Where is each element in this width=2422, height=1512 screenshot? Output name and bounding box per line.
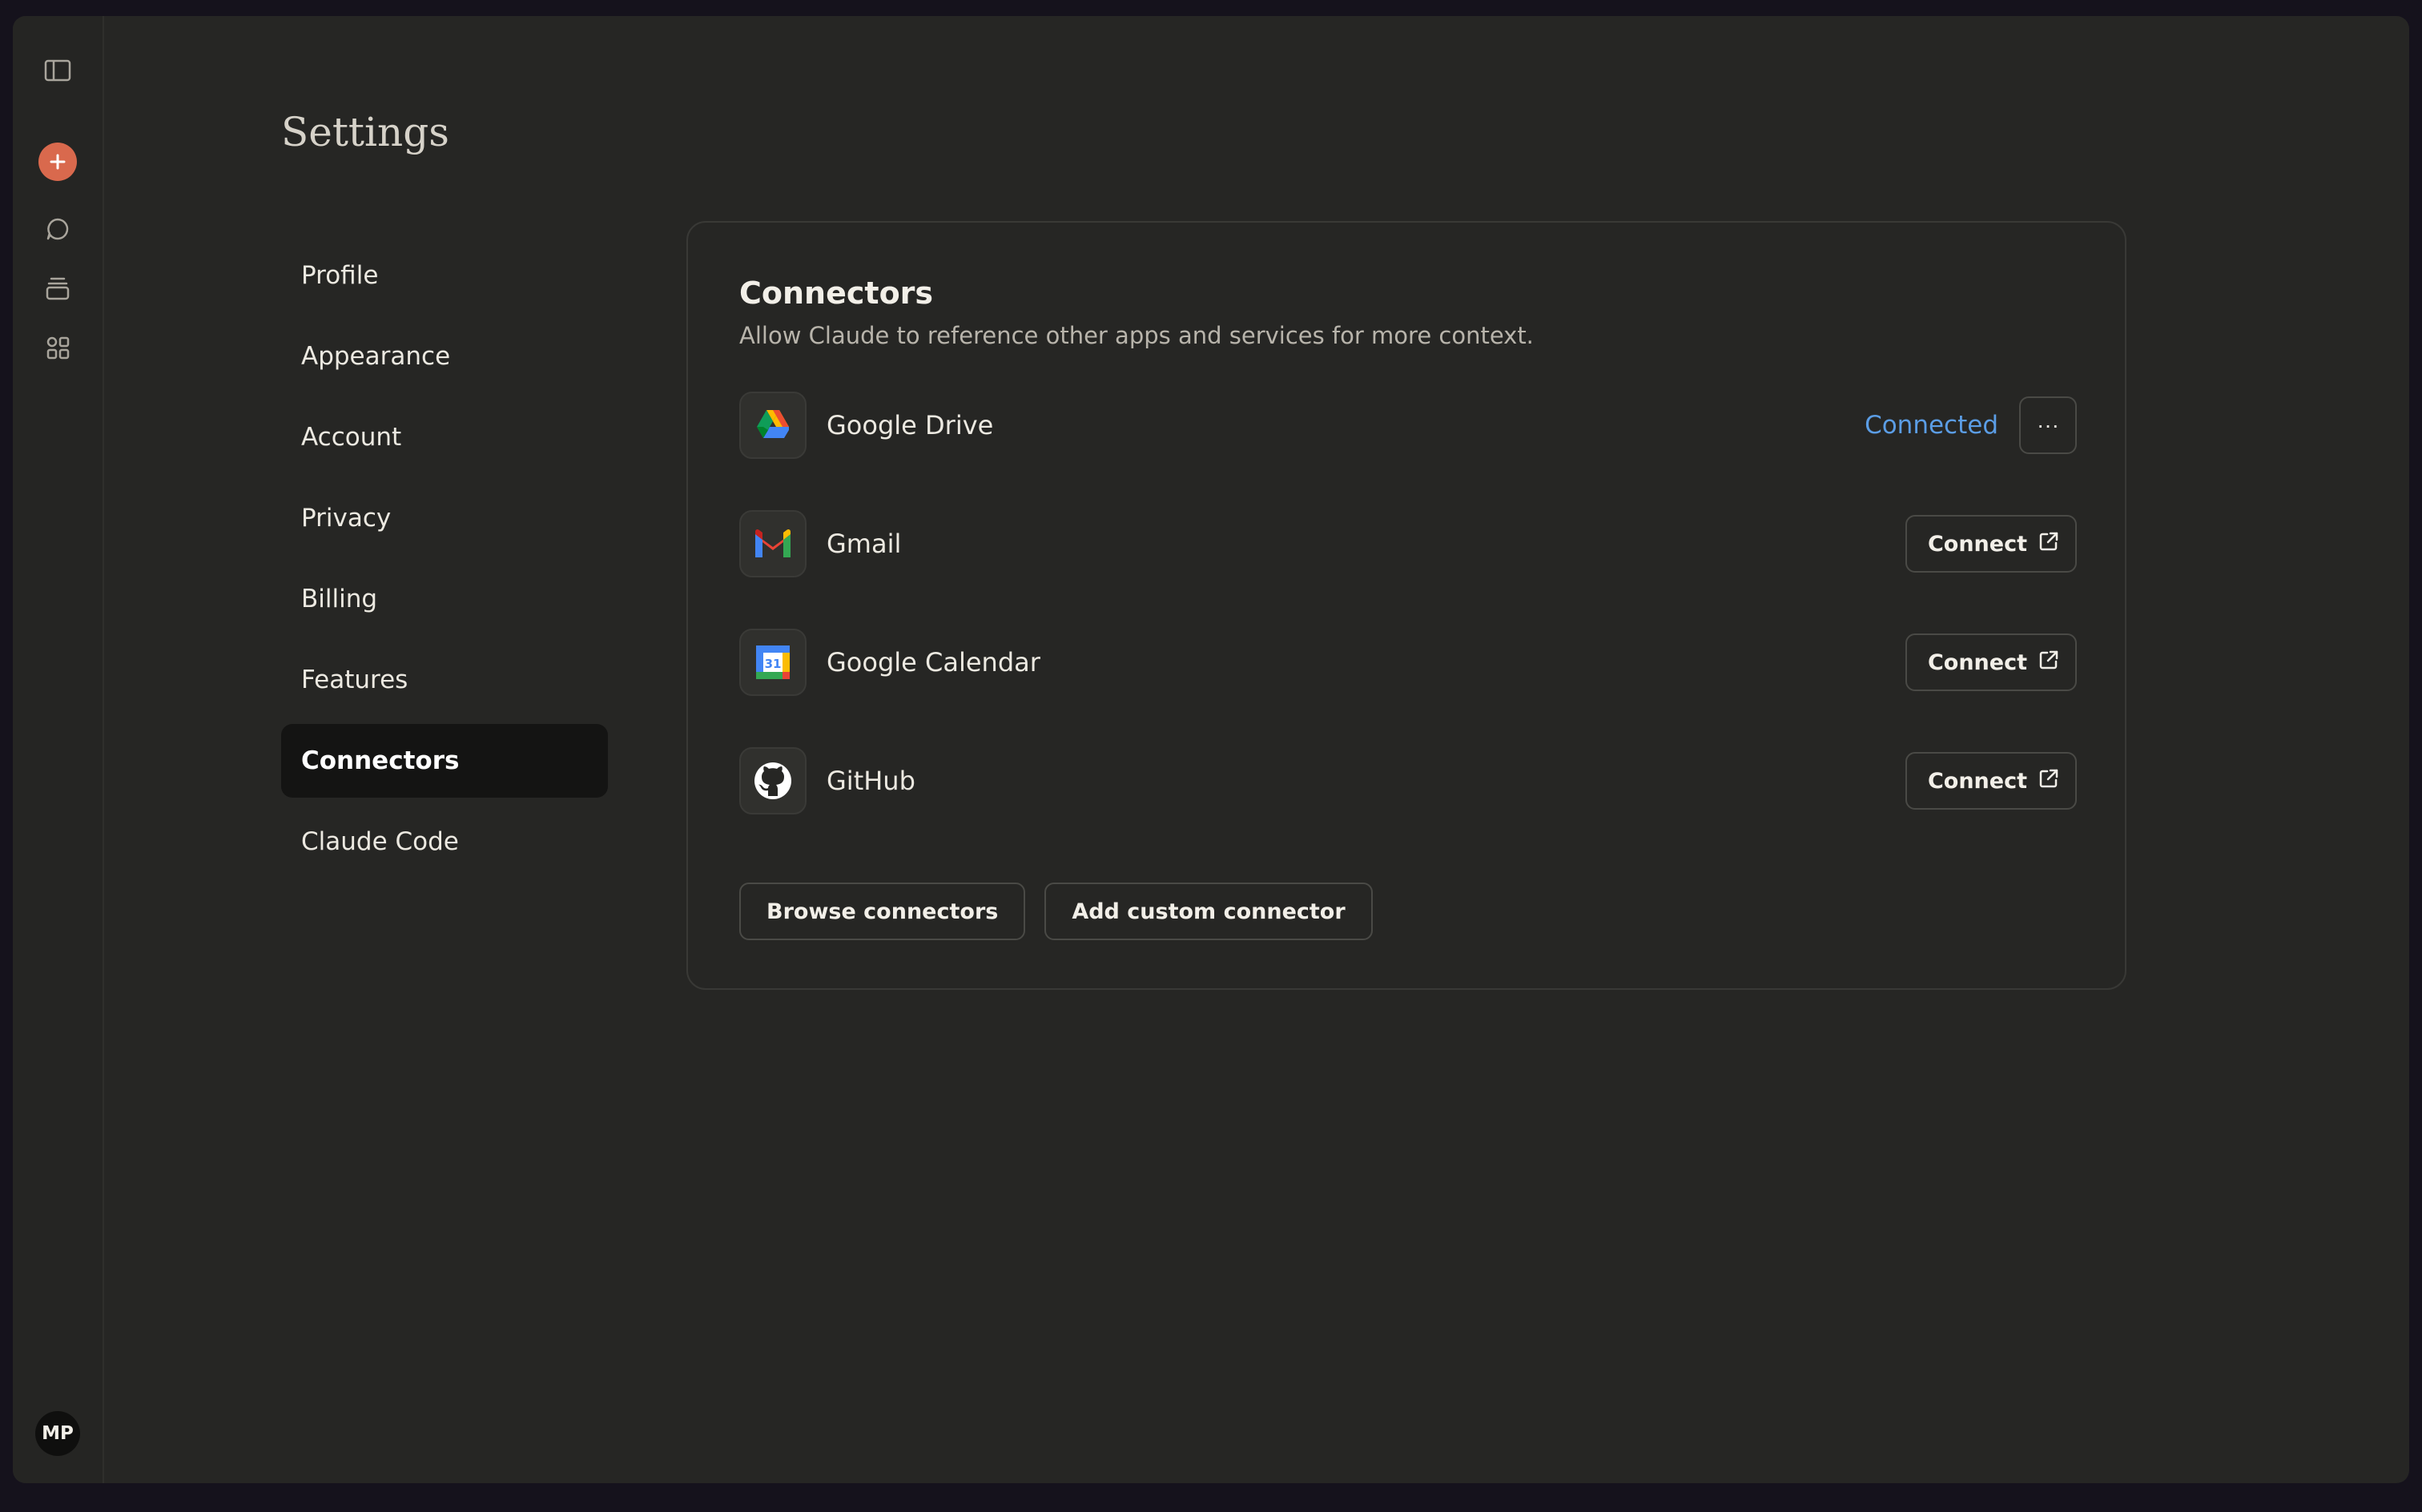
panel-title: Connectors — [739, 275, 934, 311]
nav-item-appearance[interactable]: Appearance — [281, 320, 608, 393]
connector-row-google-calendar: 31 Google Calendar Connect — [739, 628, 2077, 697]
projects-icon — [45, 276, 70, 300]
artifacts-icon — [45, 335, 70, 360]
nav-item-profile[interactable]: Profile — [281, 239, 608, 312]
connect-label: Connect — [1927, 531, 2027, 557]
chat-icon — [45, 216, 70, 242]
nav-item-features[interactable]: Features — [281, 643, 608, 717]
connect-gmail-button[interactable]: Connect — [1905, 515, 2077, 573]
page-title: Settings — [281, 109, 449, 155]
app-window: MP Settings Profile Appearance Account P… — [13, 16, 2409, 1483]
calendar-day-text: 31 — [765, 657, 782, 671]
connector-row-gmail: Gmail Connect — [739, 509, 2077, 578]
connect-google-calendar-button[interactable]: Connect — [1905, 633, 2077, 691]
external-link-icon — [2038, 768, 2059, 794]
sidebar-toggle-icon — [44, 59, 71, 82]
connector-actions: Browse connectors Add custom connector — [739, 883, 1373, 940]
connectors-panel: Connectors Allow Claude to reference oth… — [686, 221, 2126, 990]
new-chat-button[interactable] — [32, 136, 83, 187]
more-options-button[interactable]: ··· — [2019, 396, 2077, 454]
google-drive-icon — [739, 392, 807, 459]
connector-name: Google Drive — [827, 410, 994, 440]
left-rail: MP — [13, 16, 104, 1483]
add-custom-connector-button[interactable]: Add custom connector — [1044, 883, 1373, 940]
external-link-icon — [2038, 649, 2059, 676]
nav-item-billing[interactable]: Billing — [281, 562, 608, 636]
sidebar-toggle-button[interactable] — [32, 45, 83, 96]
settings-nav: Profile Appearance Account Privacy Billi… — [281, 239, 608, 886]
nav-item-privacy[interactable]: Privacy — [281, 481, 608, 555]
connector-name: GitHub — [827, 766, 915, 796]
chats-button[interactable] — [32, 203, 83, 255]
avatar[interactable]: MP — [35, 1411, 80, 1456]
github-icon — [739, 747, 807, 814]
connector-row-github: GitHub Connect — [739, 746, 2077, 815]
connector-name: Google Calendar — [827, 647, 1040, 678]
artifacts-button[interactable] — [32, 322, 83, 373]
connect-label: Connect — [1927, 649, 2027, 675]
gmail-icon — [739, 510, 807, 577]
external-link-icon — [2038, 531, 2059, 557]
connector-name: Gmail — [827, 529, 902, 559]
nav-item-connectors[interactable]: Connectors — [281, 724, 608, 798]
plus-icon — [38, 143, 77, 181]
connect-github-button[interactable]: Connect — [1905, 752, 2077, 810]
panel-subtitle: Allow Claude to reference other apps and… — [739, 322, 1534, 349]
nav-item-account[interactable]: Account — [281, 400, 608, 474]
projects-button[interactable] — [32, 263, 83, 314]
google-calendar-icon: 31 — [739, 629, 807, 696]
browse-connectors-button[interactable]: Browse connectors — [739, 883, 1026, 940]
connected-status: Connected — [1865, 411, 1998, 440]
connect-label: Connect — [1927, 768, 2027, 794]
ellipsis-icon: ··· — [2037, 412, 2059, 437]
nav-item-claude-code[interactable]: Claude Code — [281, 805, 608, 879]
connector-row-google-drive: Google Drive Connected ··· — [739, 391, 2077, 460]
